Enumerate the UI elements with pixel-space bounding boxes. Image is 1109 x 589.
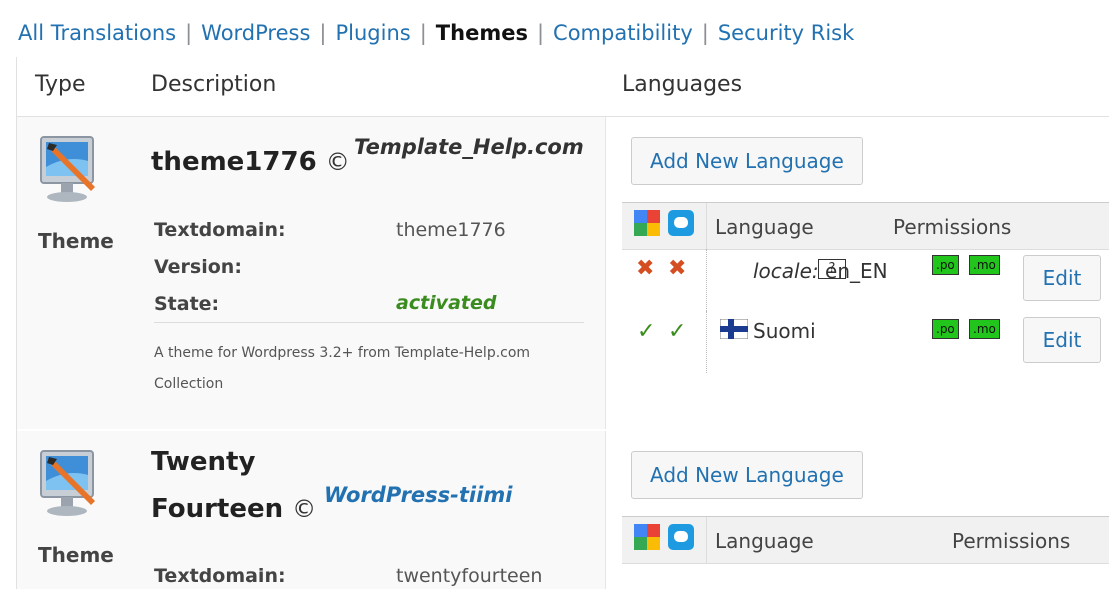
bing-translate-icon — [668, 210, 694, 236]
language-name: locale: en_EN — [753, 259, 888, 283]
copyright-symbol: © — [292, 495, 317, 523]
filter-themes-current: Themes — [435, 21, 528, 45]
theme-name: theme1776 — [151, 147, 317, 177]
language-name: Suomi — [753, 319, 816, 343]
textdomain-value: twentyfourteen — [396, 565, 543, 587]
type-label: Theme — [38, 543, 114, 567]
mo-file-badge[interactable]: .mo — [969, 255, 1000, 275]
permissions-column-header: Permissions — [952, 529, 1071, 553]
bing-translate-icon — [668, 524, 694, 550]
error-x-icon: ✖ — [668, 256, 687, 281]
google-translate-icon — [634, 524, 660, 550]
language-table-header: Language Permissions — [622, 202, 1109, 250]
meta-divider — [154, 322, 584, 323]
error-x-icon: ✖ — [636, 256, 655, 281]
locale-code: en_EN — [825, 259, 888, 283]
po-file-badge[interactable]: .po — [932, 255, 959, 275]
theme-author: Template_Help.com — [354, 135, 584, 159]
theme-title: Fourteen © — [151, 486, 316, 532]
finland-flag-icon — [720, 319, 748, 339]
theme-title: theme1776 © — [151, 139, 350, 185]
filter-separator: | — [185, 21, 193, 45]
theme-row: Theme Twenty Fourteen © WordPress-tiimi … — [17, 431, 1109, 589]
filter-security-risk[interactable]: Security Risk — [718, 21, 854, 45]
theme-name-line-2: Fourteen — [151, 494, 284, 524]
theme-description: A theme for Wordpress 3.2+ from Template… — [154, 345, 531, 392]
theme-name-line-1: Twenty — [151, 447, 256, 477]
theme-monitor-icon — [40, 136, 95, 202]
edit-language-button[interactable]: Edit — [1023, 255, 1101, 301]
filter-separator: | — [319, 21, 327, 45]
theme-monitor-icon — [40, 450, 95, 516]
header-separator — [706, 517, 707, 563]
translation-filter-bar: All Translations | WordPress | Plugins | Theme… — [18, 20, 854, 46]
filter-compatibility[interactable]: Compatibility — [553, 21, 693, 45]
check-icon: ✓ — [668, 319, 687, 344]
state-value: activated — [396, 292, 497, 314]
row-separator — [706, 311, 707, 373]
filter-separator: | — [701, 21, 709, 45]
state-label: State: — [154, 293, 220, 315]
language-table-header: Language Permissions — [622, 516, 1109, 564]
language-column-header: Language — [715, 529, 814, 553]
edit-language-button[interactable]: Edit — [1023, 317, 1101, 363]
column-header-description: Description — [151, 72, 277, 97]
filter-wordpress[interactable]: WordPress — [201, 21, 310, 45]
filter-separator: | — [419, 21, 427, 45]
unknown-locale-icon: ? — [720, 257, 846, 279]
add-new-language-button[interactable]: Add New Language — [631, 137, 863, 185]
type-label: Theme — [38, 229, 114, 253]
column-header-type: Type — [35, 72, 86, 97]
themes-translation-table: Type Description Languages Theme theme17… — [16, 57, 1109, 589]
version-label: Version: — [154, 256, 242, 278]
translation-services-icons — [634, 524, 694, 550]
textdomain-label: Textdomain: — [154, 219, 286, 241]
language-column-header: Language — [715, 215, 814, 239]
google-translate-icon — [634, 210, 660, 236]
copyright-symbol: © — [325, 148, 350, 176]
theme-row: Theme theme1776 © Template_Help.com Text… — [17, 117, 1109, 429]
textdomain-value: theme1776 — [396, 219, 506, 241]
add-new-language-button[interactable]: Add New Language — [631, 451, 863, 499]
header-separator — [706, 203, 707, 249]
mo-file-badge[interactable]: .mo — [969, 319, 1000, 339]
locale-prefix: locale: — [753, 259, 819, 283]
filter-plugins[interactable]: Plugins — [335, 21, 410, 45]
translation-services-icons — [634, 210, 694, 236]
permissions-column-header: Permissions — [893, 215, 1012, 239]
row-separator — [706, 249, 707, 311]
theme-author: WordPress-tiimi — [324, 483, 513, 507]
column-divider — [605, 431, 606, 589]
filter-separator: | — [536, 21, 545, 45]
check-icon: ✓ — [637, 319, 656, 344]
column-header-languages: Languages — [622, 72, 743, 97]
filter-all-translations[interactable]: All Translations — [18, 21, 176, 45]
textdomain-label: Textdomain: — [154, 565, 286, 587]
po-file-badge[interactable]: .po — [932, 319, 959, 339]
column-divider — [605, 117, 606, 429]
